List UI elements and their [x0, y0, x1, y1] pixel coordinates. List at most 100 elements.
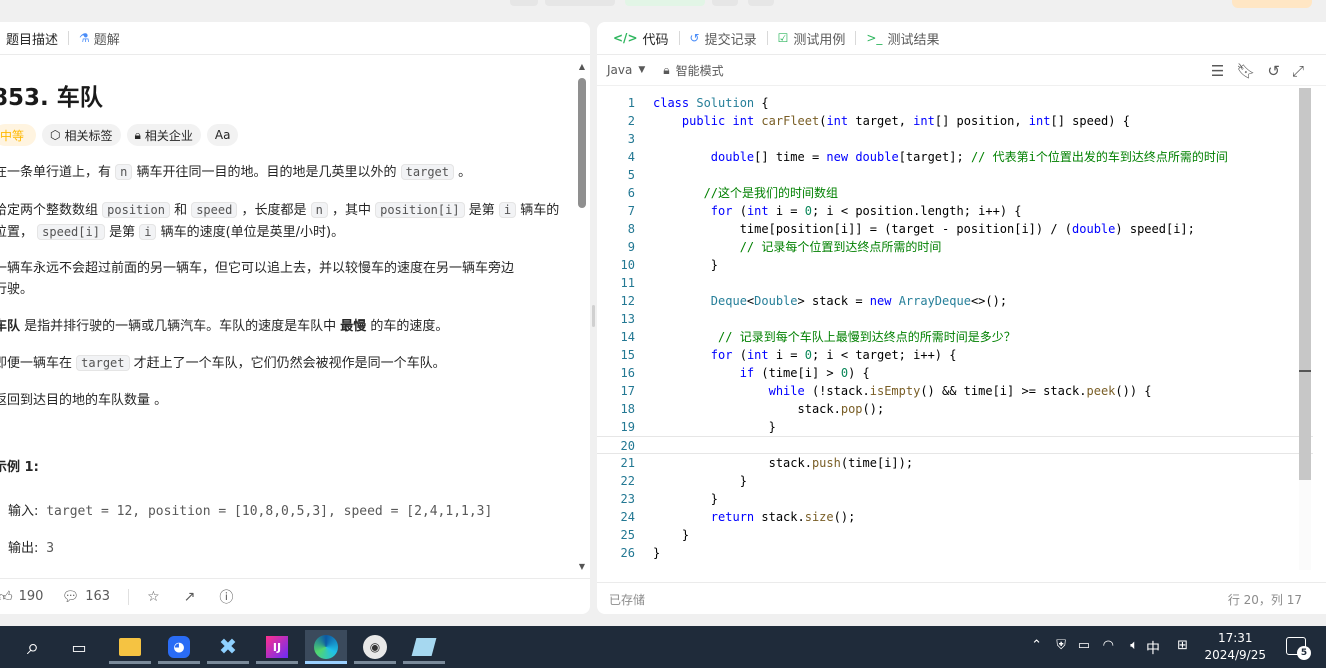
- wifi-icon[interactable]: ◠: [1103, 638, 1114, 653]
- editor-scrollbar[interactable]: [1299, 88, 1311, 570]
- premium-button[interactable]: [1232, 0, 1312, 8]
- help-button[interactable]: ⓘ: [219, 587, 239, 607]
- battery-icon[interactable]: ▭: [1078, 638, 1090, 653]
- lock-icon: 🔒︎: [134, 127, 141, 142]
- reset-icon[interactable]: ↺: [1267, 62, 1280, 80]
- code-text: public int carFleet(int target, int[] po…: [681, 114, 1130, 128]
- text: 才赶上了一个车队，它们仍然会被视作是同一个车队。: [129, 356, 446, 371]
- scroll-down-icon[interactable]: ▼: [578, 562, 586, 571]
- code-line[interactable]: 7 for (int i = 0; i < position.length; i…: [597, 202, 1313, 220]
- toolbar-icon[interactable]: [510, 0, 538, 6]
- code-line[interactable]: 21 stack.push(time[i]);: [597, 454, 1313, 472]
- code-line[interactable]: 25 }: [597, 526, 1313, 544]
- mode-select[interactable]: 🔒︎ 智能模式: [663, 62, 723, 79]
- inline-code: position: [102, 202, 170, 218]
- code-line[interactable]: 20: [597, 436, 1313, 454]
- code-line[interactable]: 10 }: [597, 256, 1313, 274]
- code-line[interactable]: 11: [597, 274, 1313, 292]
- code-line[interactable]: 17 while (!stack.isEmpty() && time[i] >=…: [597, 382, 1313, 400]
- code-line[interactable]: 13: [597, 310, 1313, 328]
- help-icon: ⓘ: [219, 589, 234, 606]
- xm-icon: ✖: [218, 634, 238, 660]
- toolbar-icon[interactable]: [712, 0, 738, 6]
- code-line[interactable]: 18 stack.pop();: [597, 400, 1313, 418]
- code-line[interactable]: 12 Deque<Double> stack = new ArrayDeque<…: [597, 292, 1313, 310]
- code-line[interactable]: 3: [597, 130, 1313, 148]
- related-tags-chip[interactable]: ⬡ 相关标签: [42, 124, 121, 146]
- language-select[interactable]: Java ▼: [607, 63, 645, 77]
- related-companies-chip[interactable]: 🔒︎ 相关企业: [126, 124, 201, 146]
- example-title: 示例 1:: [0, 460, 39, 475]
- code-line[interactable]: 8 time[position[i]] = (target - position…: [597, 220, 1313, 238]
- like-button[interactable]: 👍︎ 190: [0, 588, 43, 605]
- code-line[interactable]: 19 }: [597, 418, 1313, 436]
- bookmark-icon[interactable]: 🔖︎: [1236, 62, 1255, 80]
- code-line[interactable]: 14 // 记录到每个车队上最慢到达终点的所需时间是多少？: [597, 328, 1313, 346]
- taskbar-app-globe[interactable]: ◉: [354, 630, 396, 664]
- run-button[interactable]: [545, 0, 615, 6]
- taskbar-app-files[interactable]: [109, 630, 151, 664]
- description-scrollbar[interactable]: ▲ ▼: [578, 62, 586, 572]
- code-line[interactable]: 9 // 记录每个位置到达终点所需的时间: [597, 238, 1313, 256]
- submit-button[interactable]: [625, 0, 705, 6]
- app-indicator: [354, 661, 396, 664]
- tab-test-results[interactable]: >_ 测试结果: [860, 22, 945, 55]
- text: 位置，: [0, 225, 34, 240]
- app-indicator: [403, 661, 445, 664]
- task-view-button[interactable]: ▭: [58, 630, 100, 664]
- favorite-button[interactable]: ☆: [147, 589, 166, 605]
- security-icon[interactable]: ⛨: [1056, 638, 1066, 653]
- tab-testcases[interactable]: ☑ 测试用例: [772, 22, 852, 55]
- code-line[interactable]: 6 //这个是我们的时间数组: [597, 184, 1313, 202]
- system-clock[interactable]: 17:31 2024/9/25: [1204, 630, 1266, 664]
- code-text: double[] time = new double[target]; // 代…: [710, 150, 1228, 164]
- tab-description[interactable]: 题目描述: [0, 22, 64, 55]
- inline-code: speed[i]: [37, 224, 105, 240]
- comments-button[interactable]: 💬︎ 163: [61, 589, 110, 605]
- taskbar-app-xm[interactable]: ✖: [207, 630, 249, 664]
- code-line[interactable]: 22 }: [597, 472, 1313, 490]
- code-line[interactable]: 4 double[] time = new double[target]; //…: [597, 148, 1313, 166]
- taskbar-app-edge[interactable]: [305, 630, 347, 664]
- search-button[interactable]: ⌕: [12, 630, 54, 664]
- volume-icon[interactable]: 🔈︎: [1130, 638, 1138, 653]
- bold-text: 最慢: [340, 319, 367, 334]
- code-line[interactable]: 26}: [597, 544, 1313, 562]
- line-number: 15: [620, 348, 635, 362]
- fullscreen-icon[interactable]: ⤢: [1292, 62, 1304, 80]
- format-icon[interactable]: ☰: [1211, 62, 1224, 80]
- tab-code[interactable]: </> 代码: [607, 22, 675, 55]
- example-input: 输入: target = 12, position = [10,8,0,5,3]…: [8, 500, 492, 519]
- taskbar-app-mascot[interactable]: ◕: [158, 630, 200, 664]
- input-mode-icon[interactable]: ⊞: [1177, 638, 1188, 653]
- scroll-up-icon[interactable]: ▲: [578, 62, 586, 71]
- scrollbar-thumb[interactable]: [578, 78, 586, 208]
- code-line[interactable]: 1 class Solution {: [597, 94, 1313, 112]
- code-editor[interactable]: 1 class Solution {2 public int carFleet(i…: [597, 94, 1313, 572]
- notification-button[interactable]: 5: [1286, 637, 1311, 660]
- taskbar-app-notes[interactable]: [403, 630, 445, 664]
- code-line[interactable]: 2 public int carFleet(int target, int[] …: [597, 112, 1313, 130]
- code-text: while (!stack.isEmpty() && time[i] >= st…: [768, 384, 1152, 398]
- chevron-up-icon[interactable]: ⌃: [1031, 638, 1042, 653]
- taskbar-app-intellij[interactable]: IJ: [256, 630, 298, 664]
- share-button[interactable]: ↗: [184, 589, 202, 605]
- windows-taskbar: ⌕ ▭ ◕ ✖ IJ ◉ ⌃ ⛨ ▭ ◠ 🔈︎ 中 ⊞ 17:31 2024/9…: [0, 626, 1326, 668]
- tab-divider: [766, 31, 768, 45]
- code-line[interactable]: 23 }: [597, 490, 1313, 508]
- inline-code: position[i]: [375, 202, 465, 218]
- toolbar-icon[interactable]: [748, 0, 774, 6]
- panel-splitter-handle[interactable]: [592, 305, 595, 327]
- translate-chip[interactable]: Aa: [206, 124, 239, 146]
- code-line[interactable]: 16 if (time[i] > 0) {: [597, 364, 1313, 382]
- scrollbar-thumb[interactable]: [1299, 88, 1311, 480]
- code-line[interactable]: 24 return stack.size();: [597, 508, 1313, 526]
- bold-text: 车队: [0, 319, 21, 334]
- problem-title[interactable]: 853. 车队: [0, 78, 103, 112]
- tab-submissions[interactable]: ↺ 提交记录: [684, 22, 763, 55]
- tab-solutions[interactable]: ⚗ 题解: [73, 22, 126, 55]
- code-icon: </>: [613, 31, 638, 45]
- ime-indicator[interactable]: 中: [1146, 638, 1160, 658]
- code-line[interactable]: 15 for (int i = 0; i < target; i++) {: [597, 346, 1313, 364]
- code-line[interactable]: 5: [597, 166, 1313, 184]
